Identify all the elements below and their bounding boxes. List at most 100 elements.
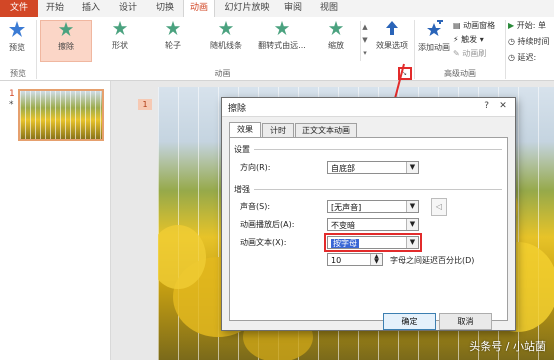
tab-file[interactable]: 文件	[0, 0, 38, 17]
delay-control[interactable]: ◷ 延迟:	[508, 52, 536, 64]
animate-text-highlight	[324, 233, 422, 252]
wheel-star-icon	[165, 20, 181, 36]
letter-delay-spinner[interactable]: 10 ▲ ▼	[327, 253, 383, 266]
animation-painter-button[interactable]: ✎ 动画刷	[453, 48, 486, 60]
grow-turn-star-icon	[274, 20, 290, 36]
direction-value: 自底部	[331, 164, 355, 173]
after-animation-value: 不变暗	[331, 221, 355, 230]
slide-number: 1	[9, 89, 15, 99]
separator	[505, 20, 506, 79]
shape-star-icon	[112, 20, 128, 36]
animation-star-marker: *	[9, 100, 14, 110]
gallery-scroll[interactable]: ▲ ▼ ▾	[360, 21, 369, 61]
animation-wipe-label: 擦除	[58, 42, 74, 51]
trigger-label: 触发	[461, 35, 478, 44]
animation-order-marker[interactable]: 1	[138, 99, 152, 110]
animation-zoom[interactable]: 缩放	[318, 20, 354, 51]
tab-insert[interactable]: 插入	[76, 0, 106, 17]
speaker-icon[interactable]: ◁	[431, 198, 447, 216]
spinner-arrows-icon: ▲ ▼	[370, 254, 382, 265]
separator	[414, 20, 415, 79]
enhance-header: 增强	[234, 185, 250, 194]
zoom-star-icon	[328, 20, 344, 36]
tab-animations[interactable]: 动画	[183, 0, 215, 18]
animation-pane-label: 动画窗格	[463, 21, 496, 30]
effect-options-button[interactable]: 效果选项	[372, 20, 412, 51]
animation-pane-button[interactable]: ▤ 动画窗格	[453, 20, 495, 32]
tab-effect[interactable]: 效果	[229, 122, 261, 138]
ribbon-tab-bar: 文件 开始 插入 设计 切换 动画 幻灯片放映 审阅 视图	[0, 0, 554, 18]
animation-random-bars-label: 随机线条	[210, 41, 242, 50]
chevron-down-icon: ▼	[406, 201, 418, 212]
cancel-button[interactable]: 取消	[439, 313, 492, 330]
thumbnail-stripes	[20, 91, 102, 139]
sound-label: 声音(S):	[240, 202, 271, 211]
tab-review[interactable]: 审阅	[278, 0, 308, 17]
play-icon: ▶	[508, 21, 517, 30]
preview-label: 预览	[9, 43, 25, 52]
sound-value: [无声音]	[331, 203, 362, 212]
animation-grow-turn[interactable]: 翻转式由远...	[255, 20, 309, 51]
delay-icon: ◷	[508, 53, 518, 62]
random-bars-star-icon	[218, 20, 234, 36]
wipe-star-icon	[58, 21, 74, 37]
star-preview-icon	[9, 21, 25, 37]
direction-select[interactable]: 自底部 ▼	[327, 161, 419, 174]
animation-painter-label: 动画刷	[462, 49, 487, 58]
animation-shape[interactable]: 形状	[100, 20, 140, 51]
animation-shape-label: 形状	[112, 41, 128, 50]
animation-wheel-label: 轮子	[165, 41, 181, 50]
letter-delay-value: 10	[331, 256, 342, 265]
watermark: 头条号 / 小站菌	[469, 340, 546, 353]
settings-header: 设置	[234, 145, 250, 154]
preview-button[interactable]: 预览	[3, 20, 31, 53]
animation-wheel[interactable]: 轮子	[153, 20, 193, 51]
delay-label: 延迟:	[517, 53, 537, 62]
chevron-down-icon: ▼	[406, 162, 418, 173]
slide-thumbnail[interactable]	[18, 89, 104, 141]
tab-text-animation[interactable]: 正文文本动画	[295, 123, 357, 137]
duration-control[interactable]: ◷ 持续时间	[508, 36, 550, 48]
add-animation-button[interactable]: 添加动画	[417, 18, 451, 53]
start-control[interactable]: ▶ 开始: 单	[508, 20, 546, 32]
divider	[254, 149, 502, 150]
painter-icon: ✎	[453, 49, 463, 58]
close-icon[interactable]: ✕	[494, 100, 512, 113]
trigger-button[interactable]: ⚡ 触发 ▾	[453, 34, 484, 46]
start-label: 开始: 单	[516, 21, 546, 30]
wipe-effect-dialog: 擦除 ? ✕ 效果 计时 正文文本动画 设置 方向(R): 自底部 ▼ 增强 声…	[221, 97, 516, 331]
animation-zoom-label: 缩放	[328, 41, 344, 50]
tab-timing[interactable]: 计时	[262, 123, 294, 137]
dialog-launcher-icon[interactable]: ↘	[402, 70, 407, 77]
after-animation-select[interactable]: 不变暗 ▼	[327, 218, 419, 231]
animation-pane-icon: ▤	[453, 21, 464, 30]
tab-slideshow[interactable]: 幻灯片放映	[222, 0, 272, 17]
tab-design[interactable]: 设计	[113, 0, 143, 17]
group-label-advanced: 高级动画	[444, 69, 476, 78]
chevron-down-icon: ▼	[406, 219, 418, 230]
divider	[254, 189, 502, 190]
dialog-body: 设置 方向(R): 自底部 ▼ 增强 声音(S): [无声音] ▼ ◁ 动画播放…	[229, 137, 508, 321]
group-label-animation: 动画	[214, 69, 231, 78]
effect-options-label: 效果选项	[376, 41, 408, 50]
add-star-icon	[427, 18, 443, 36]
duration-label: 持续时间	[517, 37, 550, 46]
group-label-preview: 预览	[10, 69, 26, 78]
letter-delay-label: 字母之间延迟百分比(D)	[390, 256, 475, 265]
tab-home[interactable]: 开始	[40, 0, 70, 17]
ok-button[interactable]: 确定	[383, 313, 436, 330]
animation-wipe[interactable]: 擦除	[40, 20, 92, 62]
tab-transitions[interactable]: 切换	[150, 0, 180, 17]
animate-text-label: 动画文本(X):	[240, 238, 287, 247]
clock-icon: ◷	[508, 37, 518, 46]
trigger-icon: ⚡	[453, 35, 462, 44]
help-icon[interactable]: ?	[484, 101, 489, 111]
add-animation-label: 添加动画	[418, 43, 450, 52]
animation-grow-turn-label: 翻转式由远...	[258, 41, 306, 50]
separator	[36, 20, 37, 79]
slide-thumbnail-pane: 1 *	[0, 81, 111, 360]
dialog-title-bar[interactable]: 擦除 ? ✕	[222, 98, 515, 117]
animation-random-bars[interactable]: 随机线条	[203, 20, 249, 51]
sound-select[interactable]: [无声音] ▼	[327, 200, 419, 213]
tab-view[interactable]: 视图	[314, 0, 344, 17]
